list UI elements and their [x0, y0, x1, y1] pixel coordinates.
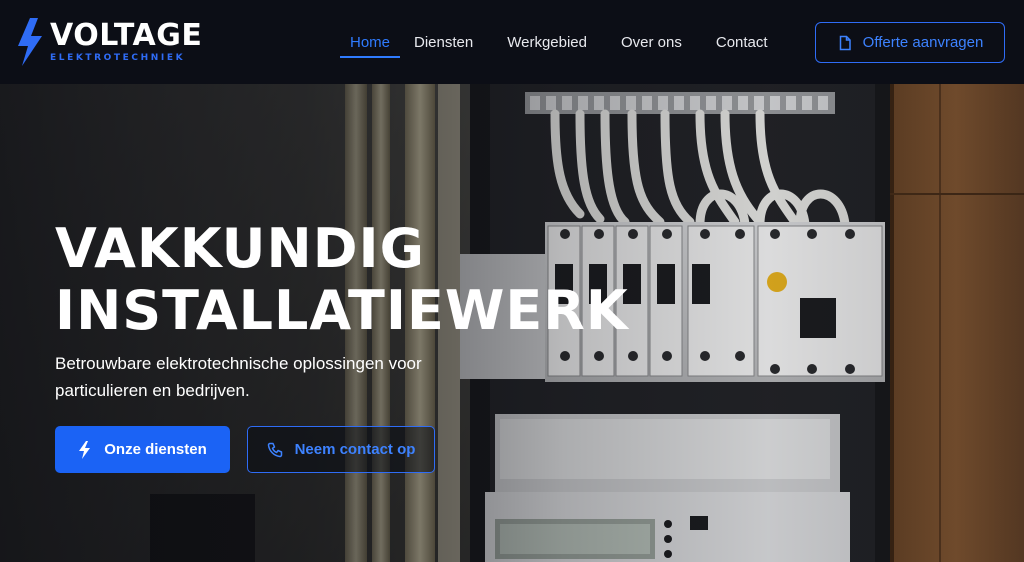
nav-over-ons[interactable]: Over ons — [621, 0, 682, 84]
hero-subtitle: Betrouwbare elektrotechnische oplossinge… — [55, 354, 422, 400]
bolt-icon — [79, 440, 91, 459]
nav-werkgebied[interactable]: Werkgebied — [507, 0, 587, 84]
contact-us-label: Neem contact op — [294, 441, 416, 458]
our-services-button[interactable]: Onze diensten — [55, 426, 230, 473]
hero-title-line-1: VAKKUNDIG — [55, 217, 425, 280]
bolt-logo-icon — [18, 18, 42, 66]
nav-contact[interactable]: Contact — [716, 0, 768, 84]
nav-home[interactable]: Home — [340, 0, 401, 84]
hero-section: VAKKUNDIG INSTALLATIEWERK Betrouwbare el… — [0, 84, 1024, 562]
brand-tagline: ELEKTROTECHNIEK — [50, 53, 186, 63]
hero-title: VAKKUNDIG INSTALLATIEWERK — [55, 218, 629, 342]
document-icon — [839, 35, 851, 50]
our-services-label: Onze diensten — [104, 441, 207, 458]
phone-icon — [267, 442, 282, 457]
request-quote-button[interactable]: Offerte aanvragen — [815, 22, 1005, 63]
brand-name: VOLTAGE — [50, 18, 203, 53]
contact-us-button[interactable]: Neem contact op — [247, 426, 435, 473]
request-quote-label: Offerte aanvragen — [862, 34, 984, 51]
hero-title-line-2: INSTALLATIEWERK — [55, 279, 629, 342]
brand-logo[interactable]: VOLTAGE ELEKTROTECHNIEK — [16, 18, 202, 66]
navbar: VOLTAGE ELEKTROTECHNIEK Home Diensten We… — [0, 0, 1024, 84]
main-nav: Home Diensten Werkgebied Over ons Contac… — [340, 0, 768, 84]
nav-diensten[interactable]: Diensten — [414, 0, 473, 84]
